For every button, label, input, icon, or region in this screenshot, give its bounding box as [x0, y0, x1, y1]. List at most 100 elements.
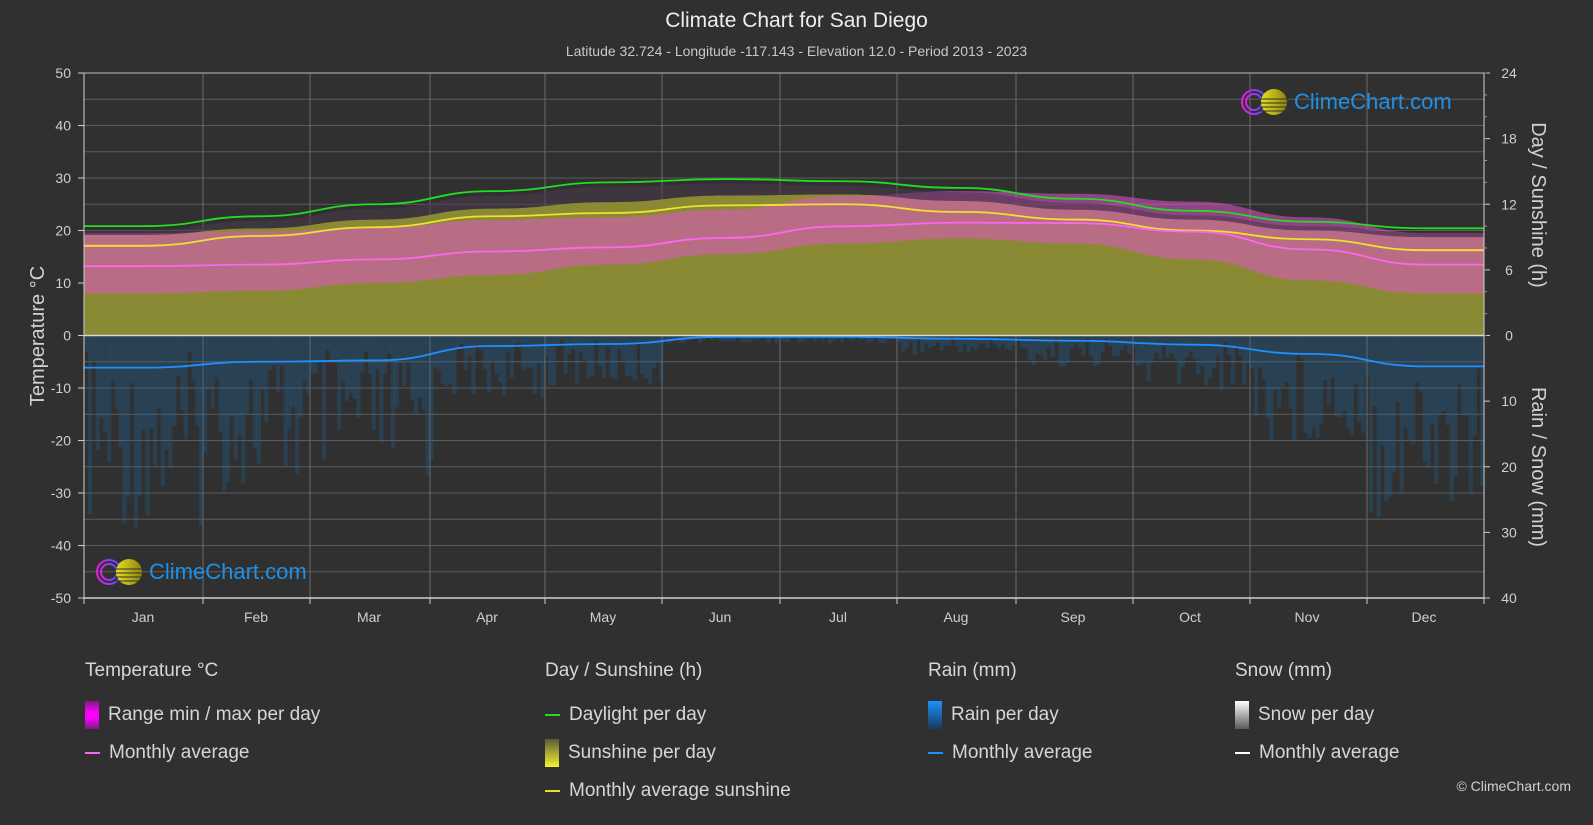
logo-text: ClimeChart.com: [1294, 89, 1452, 114]
x-tick-label: Dec: [1412, 609, 1437, 625]
legend-label: Monthly average sunshine: [569, 780, 791, 801]
rain-bar: [1165, 335, 1170, 358]
rain-bar: [413, 335, 419, 415]
rain-bar: [1039, 335, 1044, 355]
rain-bar: [452, 335, 457, 395]
rain-bar: [555, 335, 561, 345]
legend-item: Sunshine per day: [545, 734, 791, 772]
rain-bar: [1449, 335, 1454, 502]
rain-bar: [321, 335, 327, 460]
rain-bar: [202, 335, 208, 454]
rain-bar: [1303, 335, 1308, 434]
rain-bar: [1242, 335, 1247, 386]
rain-bar: [406, 335, 411, 361]
rain-bar: [1265, 335, 1270, 419]
rain-bar: [521, 335, 526, 370]
rain-bar: [440, 335, 445, 384]
rain-bar: [1430, 335, 1435, 425]
rain-bar: [306, 335, 311, 394]
sunshine-avg-swatch: [545, 790, 560, 792]
rain-bar: [375, 335, 380, 370]
rain-bar: [310, 335, 315, 374]
rain-bar: [183, 335, 188, 440]
rain-bar: [379, 335, 384, 443]
y-axis-right-bottom-title: Rain / Snow (mm): [1527, 387, 1549, 547]
copyright[interactable]: © ClimeChart.com: [1456, 778, 1571, 794]
rain-bar: [390, 335, 396, 449]
y-left-tick-label: -40: [51, 538, 71, 554]
rain-bar: [271, 335, 277, 366]
rain-bar: [367, 335, 373, 375]
rain-bar: [1345, 335, 1351, 428]
rain-bar: [1261, 335, 1266, 380]
rain-bar: [1457, 335, 1462, 385]
rain-bar: [1177, 335, 1182, 385]
rain-bar: [1342, 335, 1347, 411]
rain-bar: [1008, 335, 1013, 350]
rain-bar: [1173, 335, 1178, 359]
x-tick-label: Jun: [709, 609, 732, 625]
rain-bar: [87, 335, 93, 515]
rain-bar: [444, 335, 449, 386]
rain-bar: [1200, 335, 1205, 367]
rain-bar: [130, 335, 135, 384]
x-tick-label: Nov: [1295, 609, 1320, 625]
rain-bar: [1422, 335, 1427, 462]
rain-bar: [897, 335, 902, 343]
rain-bar: [1403, 335, 1408, 428]
rain-bar: [1445, 335, 1450, 426]
x-tick-label: Mar: [357, 609, 381, 625]
rain-bar: [302, 335, 307, 382]
rain-bar: [1035, 335, 1040, 354]
rain-bar: [417, 335, 422, 398]
rain-bar: [1441, 335, 1447, 412]
rain-bar: [1204, 335, 1209, 386]
sunshine-swatch: [545, 739, 559, 767]
rain-avg-swatch: [928, 752, 943, 754]
rain-bar: [1426, 335, 1431, 467]
y-right-bottom-tick-label: 30: [1501, 524, 1517, 540]
rain-bar: [1142, 335, 1147, 363]
rain-swatch: [928, 701, 942, 729]
rain-bar: [1146, 335, 1151, 382]
rain-bar: [1437, 335, 1443, 415]
rain-bar: [954, 335, 959, 347]
x-tick-label: Aug: [944, 609, 969, 625]
rain-bar: [624, 335, 630, 377]
logo-bottom-left[interactable]: ClimeChart.com: [95, 557, 307, 587]
rain-bar: [164, 335, 169, 450]
temp-range-swatch: [85, 701, 99, 729]
logo-top-right[interactable]: ClimeChart.com: [1240, 87, 1452, 117]
rain-bar: [1131, 335, 1136, 347]
y-right-top-tick-label: 24: [1501, 65, 1517, 81]
rain-bar: [1250, 335, 1255, 369]
rain-bar: [126, 335, 131, 497]
rain-bar: [1253, 335, 1259, 417]
rain-bar: [1238, 335, 1243, 356]
rain-bar: [498, 335, 503, 383]
rain-bar: [114, 335, 119, 410]
rain-bar: [947, 335, 952, 347]
rain-bar: [298, 335, 304, 418]
rain-bar: [84, 335, 89, 352]
rain-bar: [494, 335, 499, 374]
legend-label: Monthly average: [109, 742, 250, 763]
rain-bar: [287, 335, 292, 429]
rain-bar: [371, 335, 376, 430]
rain-bar: [1230, 335, 1236, 385]
rain-bar: [1338, 335, 1343, 418]
rain-bar: [1296, 335, 1301, 355]
y-right-top-tick-label: 6: [1505, 262, 1513, 278]
rain-bar: [1219, 335, 1224, 391]
rain-bar: [536, 335, 541, 364]
rain-bar: [1319, 335, 1324, 424]
rain-bar: [1042, 335, 1048, 361]
rain-bar: [1384, 335, 1389, 502]
rain-bar: [962, 335, 967, 345]
y-left-tick-label: 30: [55, 170, 71, 186]
rain-bar: [168, 335, 173, 469]
rain-bar: [153, 335, 158, 466]
rain-bar: [1276, 335, 1282, 408]
x-tick-label: Oct: [1179, 609, 1201, 625]
rain-bar: [294, 335, 300, 475]
